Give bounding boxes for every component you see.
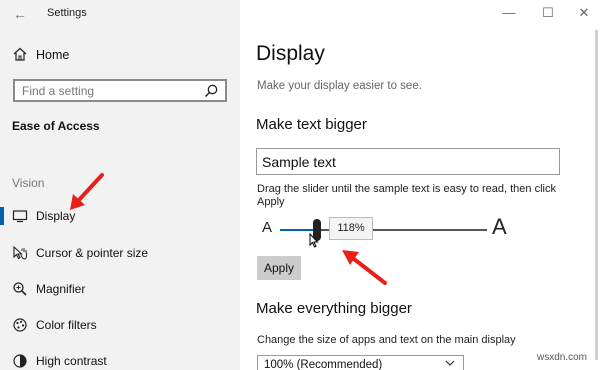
annotation-arrow-icon xyxy=(342,250,387,285)
sidebar-item-home[interactable]: Home xyxy=(0,44,240,66)
close-button[interactable]: ✕ xyxy=(574,4,594,22)
sidebar-item-label: Cursor & pointer size xyxy=(36,246,149,260)
sidebar-item-label: Magnifier xyxy=(36,282,86,296)
section-heading-text-bigger: Make text bigger xyxy=(256,116,367,133)
section-heading-everything-bigger: Make everything bigger xyxy=(256,300,412,317)
text-size-slider-fill xyxy=(280,229,318,231)
slider-min-label: A xyxy=(262,219,273,236)
scale-help-text: Change the size of apps and text on the … xyxy=(257,334,516,346)
sidebar-item-display[interactable]: Display xyxy=(0,203,240,229)
search-placeholder: Find a setting xyxy=(22,84,95,98)
maximize-button[interactable]: ☐ xyxy=(538,4,558,22)
sidebar: ← Settings Home Find a setting Ease of A… xyxy=(0,0,240,370)
scrollbar[interactable] xyxy=(595,30,598,360)
apply-button[interactable]: Apply xyxy=(257,256,301,280)
sidebar-item-high-contrast[interactable]: High contrast xyxy=(0,348,240,370)
slider-max-label: A xyxy=(492,214,507,239)
minimize-button[interactable]: — xyxy=(499,4,519,22)
annotation-arrow-icon xyxy=(70,173,104,210)
sidebar-item-label: Home xyxy=(36,48,70,62)
sidebar-item-cursor-pointer-size[interactable]: Cursor & pointer size xyxy=(0,240,240,266)
scale-dropdown[interactable]: 100% (Recommended) xyxy=(257,355,464,370)
section-title: Ease of Access xyxy=(12,119,100,133)
chevron-down-icon xyxy=(445,360,455,366)
cursor-pointer-icon xyxy=(13,245,28,260)
selection-indicator xyxy=(0,207,4,225)
sidebar-item-magnifier[interactable]: Magnifier xyxy=(0,276,240,302)
magnifier-icon xyxy=(13,282,27,296)
sample-text-preview: Sample text xyxy=(256,148,560,175)
sidebar-item-label: Color filters xyxy=(36,318,97,332)
search-icon xyxy=(204,84,218,98)
sidebar-item-label: High contrast xyxy=(36,354,107,368)
window-title: Settings xyxy=(47,7,87,19)
main-content: — ☐ ✕ Display Make your display easier t… xyxy=(240,0,600,370)
slider-help-text: Drag the slider until the sample text is… xyxy=(257,183,556,208)
group-label-vision: Vision xyxy=(12,176,45,190)
home-icon xyxy=(13,47,27,61)
back-button[interactable]: ← xyxy=(10,5,30,23)
page-title: Display xyxy=(256,42,325,65)
watermark: wsxdn.com xyxy=(537,352,588,363)
search-input[interactable]: Find a setting xyxy=(13,79,227,102)
monitor-icon xyxy=(12,210,28,223)
mouse-cursor-icon xyxy=(309,233,319,248)
sample-text: Sample text xyxy=(262,154,336,170)
sidebar-item-color-filters[interactable]: Color filters xyxy=(0,312,240,338)
color-filters-icon xyxy=(13,318,27,332)
high-contrast-icon xyxy=(13,354,27,368)
scale-dropdown-value: 100% (Recommended) xyxy=(264,359,383,370)
page-subtitle: Make your display easier to see. xyxy=(257,80,422,92)
slider-value-tooltip: 118% xyxy=(329,217,373,240)
